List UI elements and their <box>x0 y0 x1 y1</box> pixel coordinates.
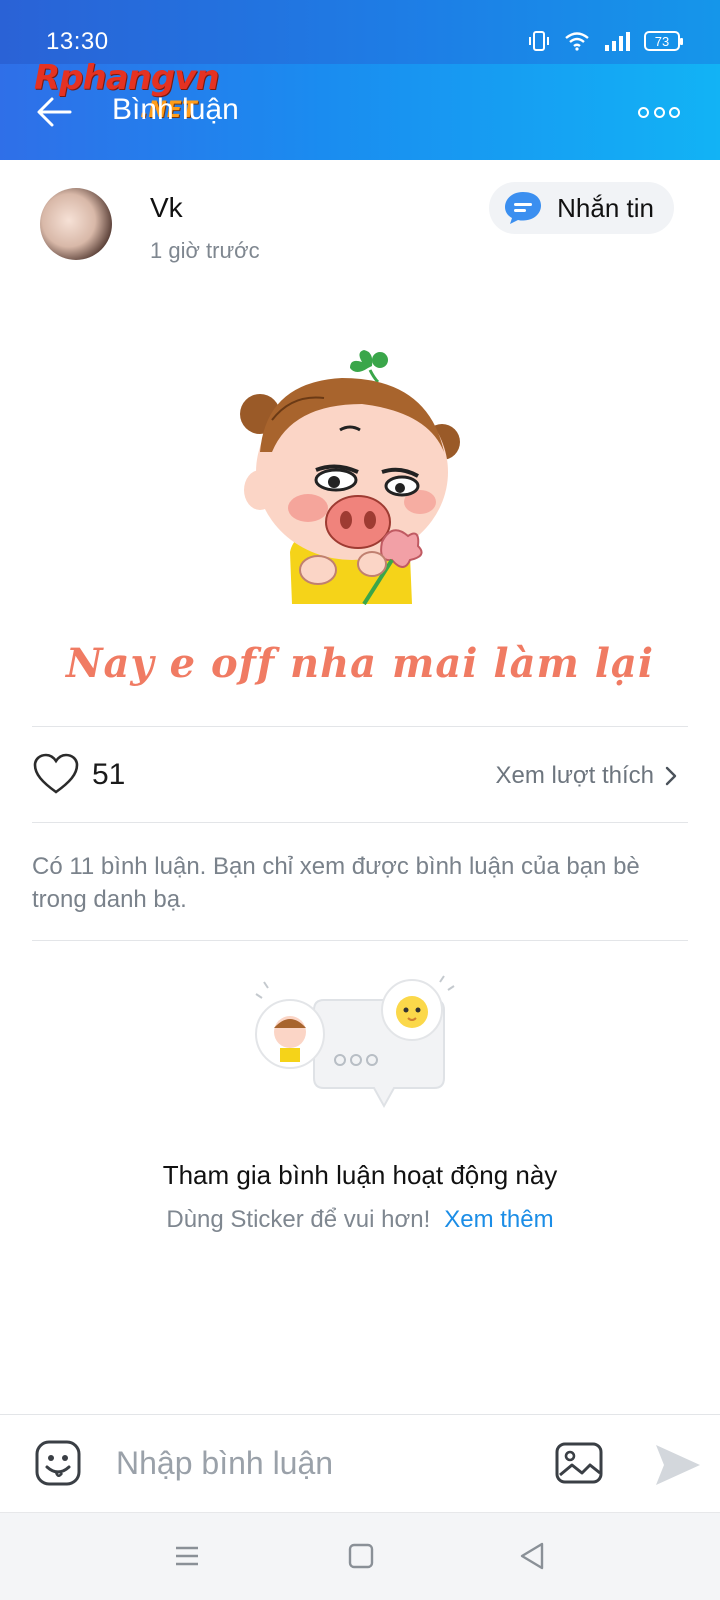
emoji-icon[interactable] <box>34 1439 82 1487</box>
girl-sticker <box>240 350 460 606</box>
see-more-link[interactable]: Xem thêm <box>444 1206 553 1233</box>
avatar[interactable] <box>40 188 112 260</box>
system-nav-bar <box>0 1512 720 1600</box>
like-count: 51 <box>92 758 126 791</box>
chat-illustration-icon <box>255 975 455 1109</box>
divider <box>32 726 688 727</box>
nav-menu-icon[interactable] <box>174 1543 200 1569</box>
status-icons: 73 <box>528 30 683 52</box>
divider <box>32 822 688 823</box>
back-arrow-icon[interactable] <box>34 92 74 132</box>
message-button-label: Nhắn tin <box>557 192 654 223</box>
message-button[interactable]: Nhắn tin <box>489 182 674 234</box>
nav-back-icon[interactable] <box>518 1541 546 1571</box>
view-likes-label: Xem lượt thích <box>495 762 654 789</box>
vibrate-icon <box>529 31 549 51</box>
chevron-right-icon <box>665 766 677 786</box>
comment-composer <box>0 1414 720 1512</box>
send-icon[interactable] <box>654 1443 702 1487</box>
battery-indicator: 73 <box>644 31 683 51</box>
status-bar: 13:30 73 <box>0 0 720 64</box>
heart-icon[interactable] <box>32 752 80 796</box>
author-name[interactable]: Vk <box>150 192 183 224</box>
more-icon[interactable] <box>638 102 680 122</box>
status-time: 13:30 <box>46 28 109 55</box>
signal-icon <box>605 32 630 51</box>
wifi-icon <box>565 32 589 51</box>
image-icon[interactable] <box>554 1441 604 1485</box>
post-status-text: Nay e off nha mai làm lại <box>65 640 655 687</box>
comment-note: Có 11 bình luận. Bạn chỉ xem được bình l… <box>32 853 640 913</box>
empty-state-title: Tham gia bình luận hoạt động này <box>162 1160 558 1190</box>
message-icon <box>505 192 542 224</box>
divider <box>32 940 688 941</box>
view-likes-link[interactable]: Xem lượt thích <box>495 762 678 790</box>
empty-state-subtitle-text: Dùng Sticker để vui hơn! <box>166 1206 431 1233</box>
nav-home-icon[interactable] <box>348 1543 374 1569</box>
comment-input[interactable] <box>116 1445 516 1482</box>
empty-state-subtitle: Dùng Sticker để vui hơn! Xem thêm <box>0 1206 720 1234</box>
post-time: 1 giờ trước <box>150 238 260 263</box>
page-title: Bình luận <box>112 93 239 126</box>
